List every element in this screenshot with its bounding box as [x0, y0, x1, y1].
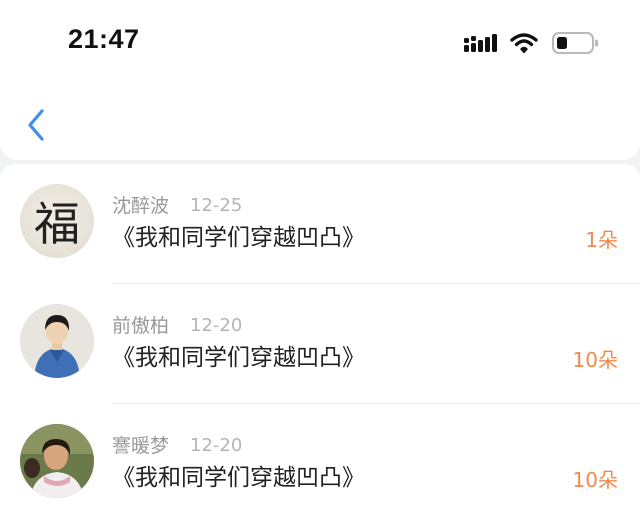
post-date: 12-25: [190, 195, 243, 216]
work-title: 《我和同学们穿越凹凸》: [112, 465, 365, 491]
list-item[interactable]: 福 沈醉波 12-25 《我和同学们穿越凹凸》 1朵: [0, 164, 640, 284]
avatar[interactable]: 福: [20, 184, 94, 258]
wifi-icon: [510, 32, 538, 54]
work-title: 《我和同学们穿越凹凸》: [112, 225, 365, 251]
list-item[interactable]: 謇暖梦 12-20 《我和同学们穿越凹凸》 10朵: [0, 404, 640, 524]
post-date: 12-20: [190, 435, 243, 456]
status-bar: 21:47: [0, 0, 640, 84]
flower-count: 10朵: [572, 468, 618, 492]
cellular-signal-icon: [464, 32, 498, 54]
flower-count: 10朵: [572, 348, 618, 372]
status-icons: [464, 30, 600, 56]
back-button[interactable]: [18, 104, 54, 150]
avatar[interactable]: [20, 424, 94, 498]
avatar-calligraphy-glyph: 福: [20, 184, 94, 258]
status-time: 21:47: [68, 24, 140, 54]
work-title: 《我和同学们穿越凹凸》: [112, 345, 365, 371]
user-name: 前傲柏: [112, 315, 170, 337]
user-name: 謇暖梦: [112, 435, 170, 457]
avatar[interactable]: [20, 304, 94, 378]
battery-icon: [552, 31, 600, 55]
list-item[interactable]: 前傲柏 12-20 《我和同学们穿越凹凸》 10朵: [0, 284, 640, 404]
chevron-left-icon: [26, 108, 46, 146]
header: 21:47: [0, 0, 640, 160]
flower-count: 1朵: [585, 228, 618, 252]
user-name: 沈醉波: [112, 195, 170, 217]
gift-list: 福 沈醉波 12-25 《我和同学们穿越凹凸》 1朵 前傲柏 12-20 《我和…: [0, 164, 640, 525]
post-date: 12-20: [190, 315, 243, 336]
